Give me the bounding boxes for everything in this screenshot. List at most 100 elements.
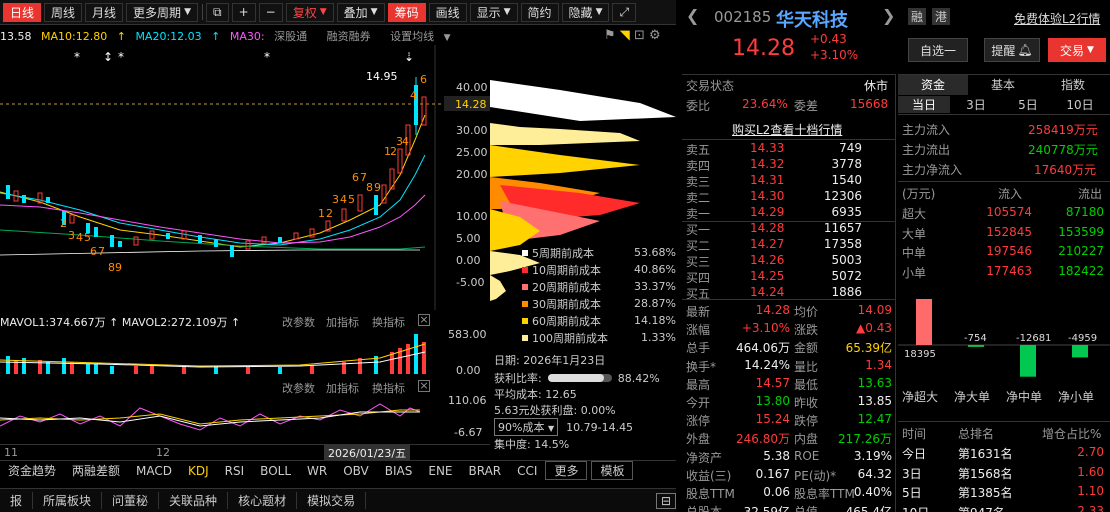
gear-icon[interactable]: ⚙: [649, 28, 661, 43]
kdj-header: 改参数 加指标 换指标 ×: [0, 380, 436, 396]
quote-label: 涨幅: [686, 323, 711, 338]
chips-button[interactable]: 筹码: [387, 2, 426, 22]
nav-related[interactable]: 关联品种: [159, 492, 229, 509]
expand-panel-icon[interactable]: ⊟: [655, 492, 676, 509]
period-today[interactable]: 当日: [898, 96, 950, 113]
tab-basic[interactable]: 基本: [968, 75, 1038, 95]
rank-head-time: 时间: [902, 427, 927, 441]
link-set-ma[interactable]: 设置均线: [390, 30, 434, 43]
tab-rsi[interactable]: RSI: [217, 464, 253, 478]
net-flow-value: -4959: [1068, 333, 1097, 344]
book-level-volume: 1540: [831, 173, 862, 187]
caret-down-icon: ▼: [503, 7, 511, 17]
ma-legend: 13.58 MA10:12.80 ↑ MA20:12.03 ↑ MA30: 深股…: [0, 28, 676, 44]
more-periods-dropdown[interactable]: 更多周期 ▼: [126, 2, 198, 22]
cost-range-select[interactable]: 90%成本 ▼: [494, 418, 559, 436]
simple-button[interactable]: 简约: [520, 2, 559, 22]
tab-kdj[interactable]: KDJ: [180, 464, 217, 478]
period-10d[interactable]: 10日: [1054, 96, 1106, 113]
ma10-value: MA10:12.80: [41, 30, 108, 43]
book-level-price: 14.29: [750, 205, 785, 219]
trade-button[interactable]: 交易 ▼: [1048, 38, 1106, 62]
close-icon[interactable]: ×: [418, 314, 430, 326]
tab-cci[interactable]: CCI: [509, 464, 545, 478]
svg-text:4: 4: [410, 89, 417, 102]
svg-text:3: 3: [68, 229, 75, 242]
vol-add-indicator[interactable]: 加指标: [326, 314, 359, 330]
period-day-button[interactable]: 日线: [3, 2, 42, 22]
tab-ene[interactable]: ENE: [420, 464, 460, 478]
period-week-button[interactable]: 周线: [44, 2, 83, 22]
overlay-dropdown[interactable]: 叠加 ▼: [336, 2, 385, 22]
quote-label: 昨收: [794, 396, 819, 410]
quote-label: 涨停: [686, 414, 711, 429]
kdj-edit-params[interactable]: 改参数: [282, 380, 315, 396]
book-level-volume: 12306: [823, 189, 862, 203]
vol-edit-params[interactable]: 改参数: [282, 314, 315, 330]
display-dropdown[interactable]: 显示 ▼: [469, 2, 518, 22]
kdj-switch-indicator[interactable]: 换指标: [372, 380, 405, 396]
period-3d[interactable]: 3日: [950, 96, 1002, 113]
tab-wr[interactable]: WR: [299, 464, 335, 478]
status-value: 休市: [864, 79, 889, 93]
tab-macd[interactable]: MACD: [128, 464, 180, 478]
nav-core-theme[interactable]: 核心题材: [228, 492, 298, 509]
copy-icon[interactable]: ⧉: [205, 2, 229, 22]
plus-icon[interactable]: +: [231, 2, 256, 22]
link-hk-connect[interactable]: 深股通: [274, 30, 307, 43]
tab-index[interactable]: 指数: [1038, 75, 1108, 95]
ma30-value: MA30:: [229, 30, 265, 43]
link-margin[interactable]: 融资融券: [327, 30, 371, 43]
tab-template[interactable]: 模板: [591, 461, 634, 480]
rank-value: 第1631名: [958, 447, 1013, 461]
in-header: 流入: [998, 187, 1023, 201]
tab-brar[interactable]: BRAR: [461, 464, 510, 478]
svg-text:4: 4: [76, 231, 83, 244]
kdj-add-indicator[interactable]: 加指标: [326, 380, 359, 396]
tab-obv[interactable]: OBV: [335, 464, 377, 478]
quote-label: 总值: [794, 503, 818, 512]
vol-tick-min: 0.00: [456, 364, 481, 376]
nav-report[interactable]: 报: [0, 492, 34, 509]
nav-sector[interactable]: 所属板块: [33, 492, 103, 509]
stock-price: 14.28: [732, 36, 795, 61]
watchlist-button[interactable]: 自选一: [908, 38, 968, 62]
period-5d[interactable]: 5日: [1002, 96, 1054, 113]
draw-tool-icon[interactable]: ⚑: [604, 28, 616, 43]
tab-fund[interactable]: 资金: [898, 75, 968, 95]
buy-l2-link[interactable]: 购买L2查看十档行情: [732, 121, 842, 138]
quote-value: 0.40%: [853, 485, 892, 499]
alert-button[interactable]: 提醒 🔔︎: [984, 38, 1040, 62]
prev-stock-icon[interactable]: ❮: [686, 6, 699, 25]
adjust-dropdown[interactable]: 复权 ▼: [285, 2, 334, 22]
l2-trial-link[interactable]: 免费体验L2行情: [1014, 10, 1100, 27]
unit-label: (万元): [902, 187, 936, 201]
expand-icon[interactable]: ⤢: [612, 2, 637, 22]
hide-dropdown[interactable]: 隐藏 ▼: [561, 2, 610, 22]
chip-legend-row: 100周期前成本 1.33%: [522, 329, 676, 346]
tab-boll[interactable]: BOLL: [252, 464, 299, 478]
rank-pct: 1.10: [1077, 484, 1104, 498]
tab-fund-trend[interactable]: 资金趋势: [0, 462, 64, 479]
nav-ask-secretary[interactable]: 问董秘: [102, 492, 160, 509]
bottom-nav: 报 所属板块 问董秘 关联品种 核心题材 模拟交易 ⊟: [0, 488, 676, 512]
y-axis-ticks: 40.00 30.00 25.00 20.00 10.00 5.00 0.00 …: [456, 81, 488, 289]
next-stock-icon[interactable]: ❯: [882, 6, 895, 25]
svg-text:4: 4: [340, 193, 347, 206]
nav-sim-trade[interactable]: 模拟交易: [297, 492, 367, 509]
vol-header: MAVOL1:374.667万 ↑ MAVOL2:272.109万 ↑ 改参数 …: [0, 314, 436, 330]
close-icon[interactable]: ×: [418, 380, 430, 392]
ma20-value: MA20:12.03: [135, 30, 202, 43]
svg-text:-5.00: -5.00: [456, 276, 484, 289]
minus-icon[interactable]: −: [258, 2, 283, 22]
tab-margin-diff[interactable]: 两融差额: [64, 462, 128, 479]
flag-icon[interactable]: ◥: [620, 28, 630, 43]
tab-bias[interactable]: BIAS: [377, 464, 421, 478]
vol-switch-indicator[interactable]: 换指标: [372, 314, 405, 330]
period-month-button[interactable]: 月线: [85, 2, 124, 22]
ruler-icon[interactable]: ⊡: [634, 28, 645, 43]
rank-pct: 2.33: [1077, 503, 1104, 512]
draw-line-button[interactable]: 画线: [428, 2, 467, 22]
tab-more[interactable]: 更多: [545, 461, 588, 480]
quote-value: 15.24: [755, 412, 790, 427]
